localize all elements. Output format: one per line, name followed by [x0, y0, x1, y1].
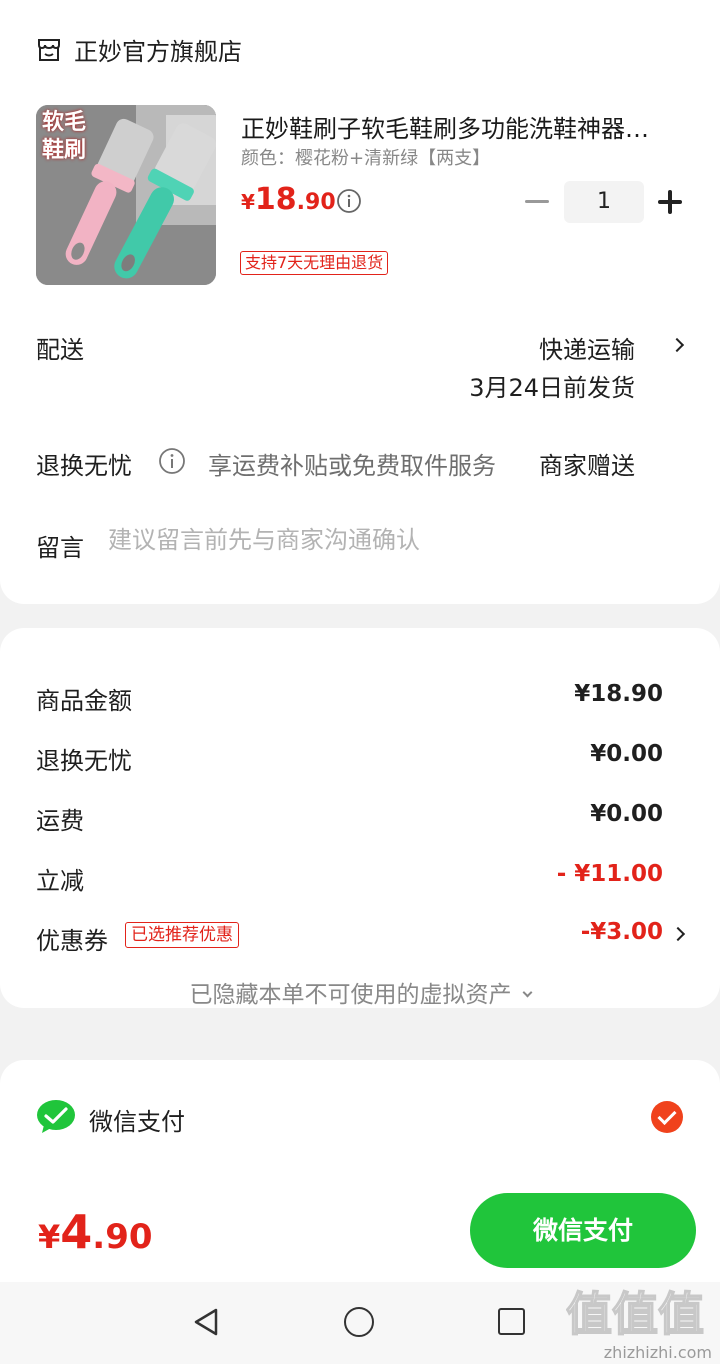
- coupon-label[interactable]: 优惠券: [36, 921, 108, 956]
- goods-amount-value: ¥18.90: [574, 681, 663, 707]
- product-image-tag: 软毛鞋刷: [42, 110, 87, 163]
- shipping-fee-label: 运费: [36, 807, 84, 835]
- product-spec[interactable]: 颜色：樱花粉+清新绿【两支】: [241, 144, 490, 170]
- price-info-icon[interactable]: [336, 188, 362, 214]
- guarantee-info-icon[interactable]: [158, 447, 186, 475]
- watermark-site: zhizhizhi.com: [603, 1343, 712, 1362]
- payment-selected-check-icon[interactable]: [651, 1101, 683, 1133]
- price-integer: 18: [254, 182, 297, 217]
- submit-pay-button[interactable]: 微信支付: [470, 1193, 696, 1268]
- payment-method-label[interactable]: 微信支付: [89, 1102, 185, 1137]
- product-price: ¥18.90: [241, 182, 336, 217]
- guarantee-fee-value: ¥0.00: [590, 741, 663, 767]
- price-decimal: .90: [296, 190, 336, 215]
- discount-value: - ¥11.00: [556, 861, 663, 887]
- store-header[interactable]: 正妙官方旗舰店: [36, 32, 242, 67]
- quantity-value[interactable]: 1: [564, 181, 644, 223]
- coupon-recommended-badge[interactable]: 已选推荐优惠: [125, 922, 239, 948]
- delivery-label: 配送: [36, 336, 84, 364]
- store-icon: [38, 38, 60, 61]
- price-currency: ¥: [241, 190, 255, 214]
- hidden-assets-text: 已隐藏本单不可使用的虚拟资产: [189, 982, 512, 1008]
- wechat-pay-icon: [37, 1100, 75, 1133]
- guarantee-label: 退换无忧: [36, 452, 132, 480]
- watermark: 值值值 zhizhizhi.com: [565, 1284, 716, 1362]
- total-currency: ¥: [38, 1218, 61, 1256]
- order-item-card: [0, 0, 720, 604]
- guarantee-description: 享运费补贴或免费取件服务: [208, 452, 496, 480]
- discount-label: 立减: [36, 867, 84, 895]
- guarantee-gift: 商家赠送: [539, 452, 635, 480]
- product-title[interactable]: 正妙鞋刷子软毛鞋刷多功能洗鞋神器…: [241, 109, 685, 144]
- nav-home-icon[interactable]: [344, 1307, 374, 1337]
- message-input[interactable]: [108, 526, 678, 554]
- watermark-logo-text: 值值值: [566, 1287, 704, 1340]
- order-total: ¥4.90: [38, 1205, 153, 1259]
- coupon-value[interactable]: -¥3.00: [581, 919, 663, 945]
- delivery-method[interactable]: 快递运输: [539, 330, 635, 365]
- goods-amount-label: 商品金额: [36, 687, 132, 715]
- total-decimal: .90: [92, 1217, 153, 1257]
- hidden-assets-toggle[interactable]: 已隐藏本单不可使用的虚拟资产: [0, 975, 720, 1009]
- product-image[interactable]: 软毛鞋刷: [36, 105, 216, 285]
- nav-back-icon[interactable]: [192, 1307, 220, 1337]
- message-label: 留言: [36, 534, 84, 562]
- return-policy-badge: 支持7天无理由退货: [240, 251, 389, 275]
- nav-recent-apps-icon[interactable]: [498, 1308, 525, 1335]
- delivery-date: 3月24日前发货: [469, 374, 635, 402]
- watermark-logo: 值值值: [565, 1286, 705, 1342]
- quantity-decrease-button[interactable]: [525, 200, 549, 203]
- total-integer: 4: [60, 1205, 93, 1259]
- guarantee-fee-label: 退换无忧: [36, 747, 132, 775]
- store-name: 正妙官方旗舰店: [74, 38, 242, 66]
- quantity-increase-button[interactable]: [656, 188, 684, 216]
- chevron-down-icon: [522, 987, 532, 998]
- shipping-fee-value: ¥0.00: [590, 801, 663, 827]
